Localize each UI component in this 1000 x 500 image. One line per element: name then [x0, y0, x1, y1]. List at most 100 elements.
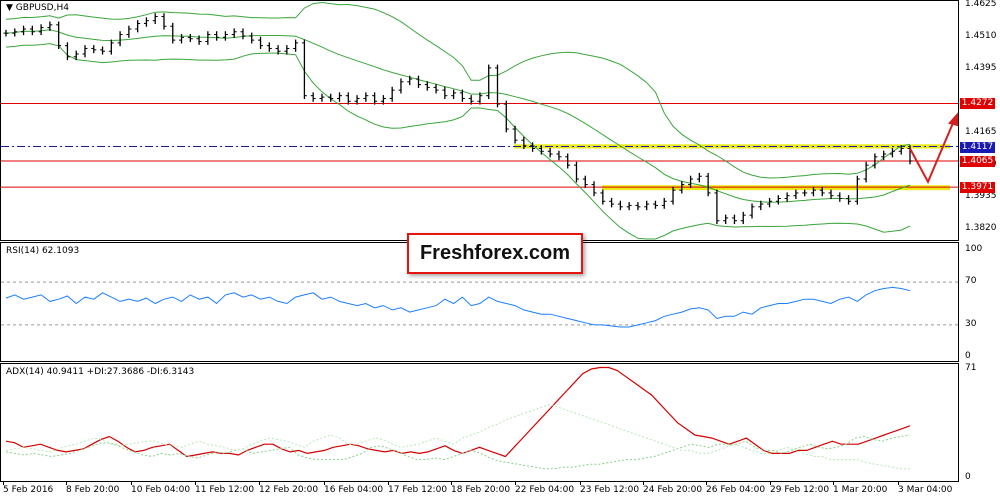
price-bar [284, 45, 290, 55]
price-bar [828, 189, 834, 200]
price-bar [793, 189, 799, 200]
price-bar [310, 92, 316, 102]
price-bar [837, 192, 843, 202]
time-tick-label: 5 Feb 2016 [3, 485, 54, 495]
time-axis: 5 Feb 2016 8 Feb 20:00 10 Feb 04:00 11 Feb … [0, 482, 1000, 500]
adx-series-adx [5, 366, 911, 458]
time-tick-mark [770, 482, 771, 485]
price-bar [337, 92, 343, 102]
collapse-triangle-icon[interactable]: ▼ [6, 3, 13, 13]
price-bar [240, 28, 246, 40]
price-bar [696, 172, 702, 183]
time-tick-mark [324, 482, 325, 485]
time-tick-label: 1 Mar 20:00 [833, 485, 888, 495]
price-bar [863, 161, 869, 183]
symbol-title-text: GBPUSD,H4 [15, 3, 69, 13]
price-bar [433, 84, 439, 94]
price-bar [64, 42, 70, 61]
symbol-title: ▼ GBPUSD,H4 [6, 3, 69, 13]
time-tick-mark [706, 482, 707, 485]
price-bar [249, 32, 255, 44]
time-tick-label: 12 Feb 20:00 [259, 485, 319, 495]
price-bar [3, 29, 9, 37]
time-tick-label: 11 Feb 12:00 [195, 485, 255, 495]
price-bar [205, 31, 211, 45]
price-bar [591, 181, 597, 197]
price-bar [644, 200, 650, 211]
price-bar [100, 46, 106, 55]
adx-tick-label: 0 [965, 472, 971, 482]
bollinger-middle [5, 29, 911, 203]
rsi-title: RSI(14) 62.1093 [6, 246, 80, 256]
freshforex-watermark: Freshforex.com [407, 233, 583, 274]
adx-title: ADX(14) 40.9411 +DI:27.3686 -DI:6.3143 [6, 367, 195, 377]
price-bar [635, 202, 641, 211]
price-bar [345, 92, 351, 105]
price-bar [731, 214, 737, 225]
price-bar [389, 86, 395, 102]
price-bar [21, 25, 27, 36]
price-bar [170, 22, 176, 44]
price-bar [108, 39, 114, 55]
rsi-tick-label: 30 [965, 318, 977, 329]
price-bar [301, 39, 307, 100]
price-bar [547, 147, 553, 158]
time-tick-label: 3 Mar 04:00 [898, 485, 953, 495]
price-bar [609, 197, 615, 208]
price-tag: 1.4272 [960, 98, 995, 110]
price-bar [91, 45, 97, 54]
price-bar [222, 31, 228, 41]
price-bar [723, 214, 729, 225]
price-bar [494, 64, 500, 108]
time-tick-label: 16 Feb 04:00 [324, 485, 384, 495]
price-bar [143, 17, 149, 27]
time-tick-label: 18 Feb 20:00 [451, 485, 511, 495]
price-bar [161, 13, 167, 30]
time-tick-label: 17 Feb 12:00 [388, 485, 448, 495]
price-bar [802, 189, 808, 197]
price-bar [784, 192, 790, 202]
price-tick-label: 1.4510 [965, 31, 997, 42]
price-tick-label: 1.4395 [965, 63, 997, 74]
price-bar [626, 202, 632, 211]
forecast-arrow [909, 120, 955, 185]
price-bar [740, 211, 746, 225]
price-bar [372, 92, 378, 105]
rsi-tick-label: 100 [965, 244, 983, 254]
time-tick-mark [833, 482, 834, 485]
forecast-arrowhead [948, 112, 958, 127]
price-bar [29, 25, 35, 36]
price-bar [573, 161, 579, 183]
price-bar [442, 86, 448, 100]
price-bar [600, 189, 606, 205]
price-tick-label: 1.3820 [965, 223, 997, 234]
price-bar [661, 197, 667, 209]
price-bar [231, 28, 237, 38]
price-bar [705, 172, 711, 197]
rsi-tick-label: 70 [965, 276, 977, 287]
price-bar [319, 93, 325, 102]
time-tick-label: 8 Feb 20:00 [66, 485, 120, 495]
price-bar [363, 92, 369, 102]
price-bar [556, 150, 562, 161]
price-bar [398, 78, 404, 94]
price-bar [749, 203, 755, 219]
price-tick-label: 1.4165 [965, 127, 997, 138]
time-tick-mark [259, 482, 260, 485]
price-bar [582, 175, 588, 188]
price-bar [775, 195, 781, 205]
price-bar [56, 21, 62, 50]
time-tick-label: 26 Feb 04:00 [706, 485, 766, 495]
price-tick-label: 1.4625 [965, 0, 997, 10]
time-tick-label: 22 Feb 04:00 [515, 485, 575, 495]
price-bar [652, 200, 658, 209]
adx-tick-label: 71 [965, 363, 977, 373]
price-bar [126, 25, 132, 38]
time-tick-mark [643, 482, 644, 485]
time-tick-label: 24 Feb 20:00 [643, 485, 703, 495]
price-bar [486, 64, 492, 100]
time-tick-mark [195, 482, 196, 485]
time-tick-label: 10 Feb 04:00 [131, 485, 191, 495]
time-tick-mark [898, 482, 899, 485]
price-bar [266, 42, 272, 52]
